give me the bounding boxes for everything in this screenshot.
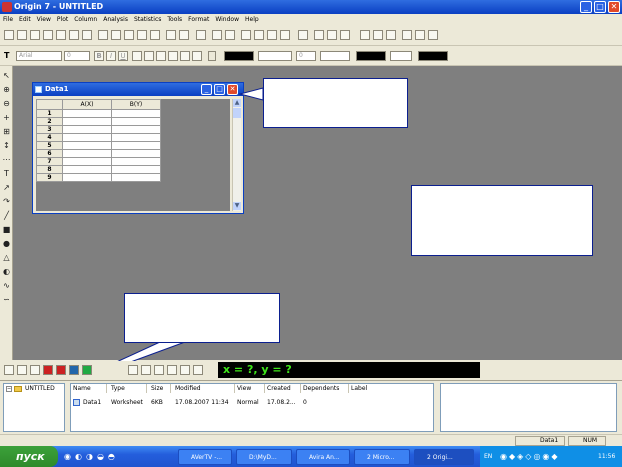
folder-name[interactable]: UNTITLED <box>25 384 55 394</box>
coordinate-readout: x = ?, y = ? <box>218 362 480 378</box>
pie-plot-icon[interactable] <box>69 365 79 375</box>
quick-launch[interactable]: ◉◐◑◒◓ <box>64 450 164 464</box>
column-plot-icon[interactable] <box>43 365 53 375</box>
system-tray: EN ◉◆◈◇◎◉◆ 11:56 <box>480 446 622 467</box>
col-modified[interactable]: Modified <box>173 384 235 393</box>
task-explorer[interactable]: D:\MyD... <box>236 449 292 465</box>
task-avira[interactable]: Avira An... <box>296 449 350 465</box>
vector-plot-icon[interactable] <box>167 365 177 375</box>
task-origin[interactable]: 2 Origi... <box>414 449 474 465</box>
language-indicator[interactable]: EN <box>484 446 492 467</box>
task-word[interactable]: 2 Micro... <box>354 449 410 465</box>
file-dependents: 0 <box>303 399 307 406</box>
polar-plot-icon[interactable] <box>128 365 138 375</box>
status-active-window: Data1 <box>515 436 565 446</box>
line-symbol-plot-icon[interactable] <box>30 365 40 375</box>
callout-pointer-top <box>238 87 264 101</box>
task-explorer-label: D:\MyD... <box>249 454 277 461</box>
col-created[interactable]: Created <box>265 384 301 393</box>
coordinate-readout-text: x = ?, y = ? <box>223 363 292 376</box>
file-type: Worksheet <box>111 399 143 406</box>
task-avertv[interactable]: AVerTV -... <box>178 449 232 465</box>
start-button[interactable]: пуск <box>0 446 58 467</box>
col-label[interactable]: Label <box>349 384 389 393</box>
start-label: пуск <box>16 450 45 463</box>
ternary-plot-icon[interactable] <box>141 365 151 375</box>
col-dependents[interactable]: Dependents <box>301 384 349 393</box>
folder-tree[interactable]: − UNTITLED <box>3 383 65 432</box>
task-origin-label: 2 Origi... <box>427 454 453 461</box>
stat-plot-icon[interactable] <box>180 365 190 375</box>
file-name[interactable]: Data1 <box>81 398 101 407</box>
callout-box-right <box>411 185 593 256</box>
folder-icon <box>14 386 22 392</box>
col-type[interactable]: Type <box>109 384 147 393</box>
file-size: 6KB <box>151 399 163 406</box>
col-view[interactable]: View <box>235 384 265 393</box>
axis-template-icon[interactable] <box>193 365 203 375</box>
callout-box-top <box>263 78 408 128</box>
callout-box-bottom <box>124 293 280 343</box>
status-num: NUM <box>568 436 606 446</box>
clock: 11:56 <box>598 453 616 460</box>
task-avertv-label: AVerTV -... <box>191 454 223 461</box>
bar-plot-icon[interactable] <box>56 365 66 375</box>
file-created: 17.08.2... <box>267 399 296 406</box>
status-bar: Data1 NUM <box>0 434 622 446</box>
task-word-label: 2 Micro... <box>367 454 395 461</box>
scatter-plot-icon[interactable] <box>17 365 27 375</box>
line-plot-icon[interactable] <box>4 365 14 375</box>
col-size[interactable]: Size <box>149 384 171 393</box>
file-list[interactable]: Name Type Size Modified View Created Dep… <box>70 383 434 432</box>
results-pane[interactable] <box>440 383 617 432</box>
smith-chart-icon[interactable] <box>154 365 164 375</box>
col-name[interactable]: Name <box>71 384 107 393</box>
tray-icons[interactable]: ◉◆◈◇◎◉◆ <box>500 446 560 467</box>
file-view: Normal <box>237 399 259 406</box>
worksheet-file-icon <box>73 399 80 406</box>
area-plot-icon[interactable] <box>82 365 92 375</box>
collapse-icon[interactable]: − <box>6 386 12 392</box>
file-modified: 17.08.2007 11:34 <box>175 399 229 406</box>
task-avira-label: Avira An... <box>309 454 340 461</box>
